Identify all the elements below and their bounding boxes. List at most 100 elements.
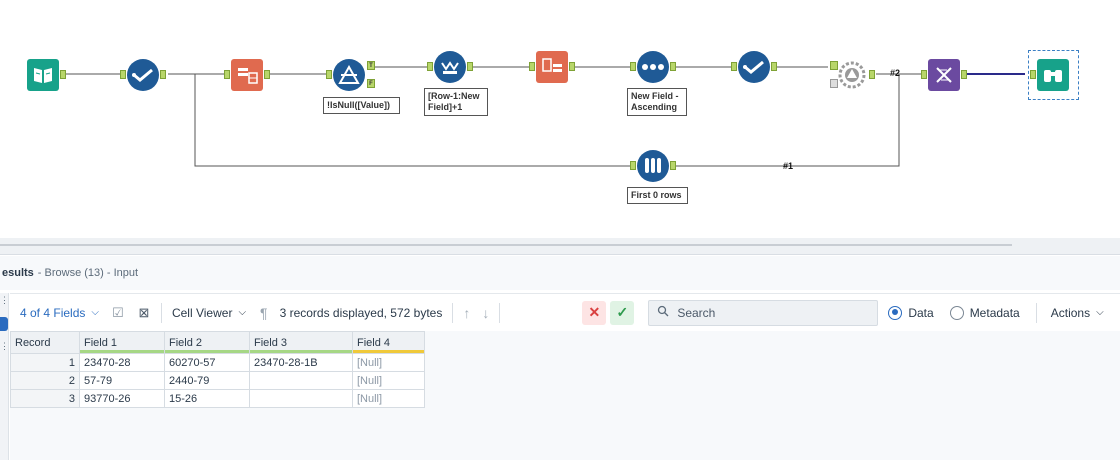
- false-anchor[interactable]: F: [367, 79, 375, 88]
- transpose-icon: [231, 59, 263, 91]
- data-table: Record Field 1 Field 2 Field 3 Field 4 1…: [10, 331, 425, 408]
- column-header-record[interactable]: Record: [10, 331, 80, 354]
- check-square-icon[interactable]: ☑: [111, 305, 125, 320]
- input-anchor[interactable]: [630, 161, 636, 170]
- table-cell[interactable]: [Null]: [352, 389, 425, 408]
- actions-dropdown[interactable]: Actions ⌵: [1051, 306, 1104, 320]
- table-cell[interactable]: [Null]: [352, 371, 425, 390]
- multirow-icon: [434, 51, 466, 83]
- header-row: Record Field 1 Field 2 Field 3 Field 4: [10, 331, 425, 354]
- binoculars-icon: [1037, 59, 1069, 91]
- table-cell[interactable]: 23470-28: [79, 353, 165, 372]
- multi-row-formula-tool[interactable]: [427, 51, 473, 83]
- transpose-tool[interactable]: [224, 59, 270, 91]
- cell-viewer-dropdown[interactable]: Cell Viewer ⌵: [172, 306, 246, 320]
- input-anchor[interactable]: [427, 62, 433, 71]
- fields-dropdown[interactable]: 4 of 4 Fields ⌵: [20, 306, 99, 320]
- search-icon: [657, 305, 669, 320]
- results-title: esults: [2, 267, 34, 279]
- record-cell[interactable]: 1: [10, 353, 80, 372]
- table-cell[interactable]: 93770-26: [79, 389, 165, 408]
- table-cell[interactable]: [249, 371, 353, 390]
- wire-label-2: #2: [890, 68, 901, 78]
- output-anchor[interactable]: [467, 62, 473, 71]
- column-header-field-2[interactable]: Field 2: [164, 331, 250, 354]
- table-cell[interactable]: 60270-57: [164, 353, 250, 372]
- output-anchor[interactable]: [264, 70, 270, 79]
- table-cell[interactable]: [249, 389, 353, 408]
- connection-wires: [66, 66, 1025, 167]
- cross-tab-tool[interactable]: [529, 51, 575, 83]
- output-anchor[interactable]: [771, 62, 777, 71]
- output-anchor[interactable]: [569, 62, 575, 71]
- sort-annotation: New Field - Ascending: [627, 88, 687, 116]
- table-cell[interactable]: 57-79: [79, 371, 165, 390]
- splitter-grip: [0, 244, 1012, 246]
- source-anchor[interactable]: [830, 79, 838, 88]
- output-anchor[interactable]: [60, 70, 66, 79]
- input-anchor[interactable]: [731, 62, 737, 71]
- input-anchor[interactable]: [529, 62, 535, 71]
- table-row[interactable]: 1 23470-28 60270-57 23470-28-1B [Null]: [10, 353, 425, 372]
- input-anchor[interactable]: [1030, 70, 1036, 79]
- sample-annotation: First 0 rows: [627, 187, 688, 204]
- workflow-canvas[interactable]: T F !IsNull([Value]) [Row-1:New Field]+1…: [0, 0, 1120, 238]
- radio-data[interactable]: Data: [888, 305, 934, 320]
- output-anchor[interactable]: [670, 62, 676, 71]
- target-anchor[interactable]: [830, 61, 838, 70]
- saw-blade-icon: [836, 59, 868, 91]
- output-anchor[interactable]: [670, 161, 676, 170]
- append-fields-tool[interactable]: [830, 59, 875, 91]
- select-tool-2[interactable]: [731, 51, 777, 83]
- true-anchor[interactable]: T: [367, 61, 375, 70]
- input-data-tool[interactable]: [27, 59, 66, 91]
- search-box[interactable]: [648, 299, 879, 326]
- filter-icon: [333, 59, 365, 91]
- output-anchor[interactable]: [869, 70, 875, 79]
- input-anchor[interactable]: [120, 70, 126, 79]
- check-icon: ✓: [616, 304, 629, 320]
- union-tool[interactable]: [921, 59, 967, 91]
- panel-splitter[interactable]: [0, 238, 1120, 255]
- toolbar-divider: [499, 302, 501, 323]
- table-cell[interactable]: 23470-28-1B: [249, 353, 353, 372]
- select-tool[interactable]: [120, 59, 166, 91]
- table-row[interactable]: 3 93770-26 15-26 [Null]: [10, 389, 425, 408]
- record-cell[interactable]: 2: [10, 371, 80, 390]
- strip-tab-marker[interactable]: [0, 317, 8, 331]
- column-header-field-1[interactable]: Field 1: [79, 331, 165, 354]
- arrow-down-icon[interactable]: ↓: [482, 305, 489, 321]
- results-header: esults - Browse (13) - Input: [0, 256, 1120, 290]
- input-anchor[interactable]: [224, 70, 230, 79]
- strip-dot-icon: ⋮: [0, 341, 9, 351]
- browse-tool[interactable]: [1030, 59, 1069, 91]
- record-cell[interactable]: 3: [10, 389, 80, 408]
- column-header-field-3[interactable]: Field 3: [249, 331, 353, 354]
- table-cell[interactable]: [Null]: [352, 353, 425, 372]
- wire-label-1: #1: [783, 161, 794, 171]
- checkmark-arrow-icon: [738, 51, 770, 83]
- input-anchor[interactable]: [630, 62, 636, 71]
- apply-button[interactable]: ✓: [610, 300, 635, 325]
- filter-annotation: !IsNull([Value]): [323, 97, 400, 114]
- radio-data-indicator: [888, 305, 903, 320]
- filter-tool[interactable]: T F: [326, 59, 375, 91]
- test-tubes-icon: [637, 150, 669, 182]
- arrow-up-icon[interactable]: ↑: [463, 305, 470, 321]
- table-row[interactable]: 2 57-79 2440-79 [Null]: [10, 371, 425, 390]
- search-input[interactable]: [677, 305, 868, 320]
- pilcrow-icon[interactable]: ¶: [260, 305, 268, 321]
- input-anchor[interactable]: [921, 70, 927, 79]
- table-cell[interactable]: 15-26: [164, 389, 250, 408]
- sort-tool[interactable]: [630, 51, 676, 83]
- output-anchor[interactable]: [160, 70, 166, 79]
- toolbar-divider: [1035, 302, 1037, 323]
- close-square-icon[interactable]: ⊠: [137, 305, 151, 320]
- clear-button[interactable]: ✕: [582, 300, 607, 325]
- output-anchor[interactable]: [961, 70, 967, 79]
- radio-metadata[interactable]: Metadata: [949, 305, 1020, 320]
- input-anchor[interactable]: [326, 70, 332, 79]
- column-header-field-4[interactable]: Field 4: [352, 331, 425, 354]
- table-cell[interactable]: 2440-79: [164, 371, 250, 390]
- sample-tool[interactable]: [630, 150, 676, 182]
